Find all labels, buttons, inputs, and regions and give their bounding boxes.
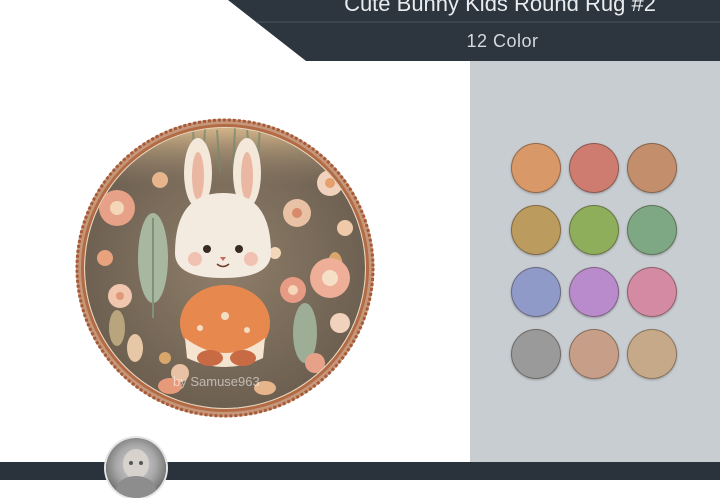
color-swatch-sage-green: [627, 205, 677, 255]
color-swatch-olive-green: [569, 205, 619, 255]
color-swatch-rose-tan: [569, 329, 619, 379]
color-swatch-terracotta: [627, 143, 677, 193]
rug-watermark: by Samuse963: [173, 374, 260, 389]
page-title: Cute Bunny Kids Round Rug #2: [344, 0, 656, 16]
color-count-label: 12 Color: [466, 31, 539, 51]
color-swatch-pink: [627, 267, 677, 317]
rug-image: by Samuse963: [75, 118, 375, 418]
color-swatch-coral: [569, 143, 619, 193]
color-swatch-beige: [627, 329, 677, 379]
header-banner: Cute Bunny Kids Round Rug #2 12 Color: [0, 0, 720, 61]
color-swatch-mustard: [511, 205, 561, 255]
color-swatch-panel: [470, 61, 720, 462]
color-swatch-periwinkle: [511, 267, 561, 317]
color-swatch-peach: [511, 143, 561, 193]
color-swatch-gray: [511, 329, 561, 379]
author-avatar: [106, 438, 166, 498]
color-swatch-lavender: [569, 267, 619, 317]
